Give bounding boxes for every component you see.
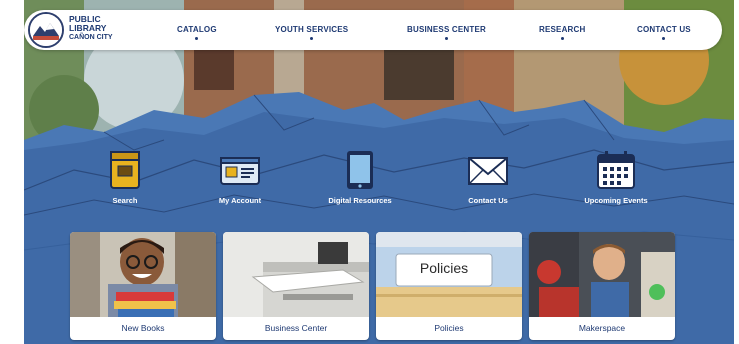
nav-youth-services[interactable]: YOUTH SERVICES: [275, 25, 348, 40]
quick-link-upcoming-events[interactable]: Upcoming Events: [571, 150, 661, 205]
quick-link-search[interactable]: Search: [80, 150, 170, 205]
quick-link-search-label: Search: [112, 196, 138, 205]
book-icon: [110, 151, 140, 189]
envelope-icon: [468, 157, 508, 185]
card-makerspace-image: [529, 232, 675, 317]
quick-link-contact-us[interactable]: Contact Us: [443, 150, 533, 205]
library-name-line2: LIBRARY: [69, 23, 107, 33]
card-policies[interactable]: Policies Policies: [376, 232, 522, 340]
quick-link-my-account-label: My Account: [218, 196, 262, 205]
copier-image: [223, 232, 369, 317]
nav-dot: [445, 37, 448, 40]
makerspace-image: [529, 232, 675, 317]
nav-business-center-label: BUSINESS CENTER: [407, 25, 487, 34]
tablet-icon: [347, 151, 373, 189]
quick-link-my-account[interactable]: My Account: [195, 150, 285, 205]
hero-section: PUBLIC LIBRARY CAÑON CITY CATALOG YOUTH …: [24, 0, 734, 344]
nav-dot: [560, 37, 564, 40]
nav-youth-services-label: YOUTH SERVICES: [275, 25, 349, 34]
library-name-line3: CAÑON CITY: [69, 34, 113, 41]
calendar-icon: [597, 151, 635, 189]
quick-link-digital-resources-label: Digital Resources: [328, 196, 392, 205]
site-header: PUBLIC LIBRARY CAÑON CITY CATALOG YOUTH …: [24, 10, 722, 50]
card-business-center-label: Business Center: [264, 323, 328, 333]
card-makerspace-label: Makerspace: [578, 323, 626, 333]
nav-contact-us[interactable]: CONTACT US: [637, 25, 691, 40]
quick-link-digital-resources[interactable]: Digital Resources: [315, 150, 405, 205]
card-new-books-image: [70, 232, 216, 317]
policies-tab-text: Policies: [419, 260, 469, 276]
card-new-books[interactable]: New Books: [70, 232, 216, 340]
card-business-center[interactable]: Business Center: [223, 232, 369, 340]
nav-contact-us-label: CONTACT US: [637, 25, 691, 34]
quick-link-upcoming-events-label: Upcoming Events: [584, 196, 648, 205]
nav-research[interactable]: RESEARCH: [539, 25, 586, 40]
mountain-logo-icon: [30, 14, 62, 46]
library-name[interactable]: PUBLIC LIBRARY CAÑON CITY: [69, 15, 113, 42]
nav-business-center[interactable]: BUSINESS CENTER: [407, 25, 486, 40]
nav-catalog-label: CATALOG: [177, 25, 217, 34]
card-policies-image: Policies: [376, 232, 522, 317]
id-card-icon: [220, 157, 260, 185]
quick-link-contact-us-label: Contact Us: [468, 196, 508, 205]
card-business-center-image: [223, 232, 369, 317]
card-makerspace[interactable]: Makerspace: [529, 232, 675, 340]
nav-dot: [310, 37, 314, 40]
library-logo[interactable]: [28, 12, 64, 48]
nav-dot: [195, 37, 199, 40]
nav-dot: [662, 37, 666, 40]
nav-catalog[interactable]: CATALOG: [177, 25, 217, 40]
card-new-books-label: New Books: [121, 323, 165, 333]
nav-research-label: RESEARCH: [539, 25, 586, 34]
card-policies-label: Policies: [434, 323, 464, 333]
boy-with-books-image: [70, 232, 216, 317]
